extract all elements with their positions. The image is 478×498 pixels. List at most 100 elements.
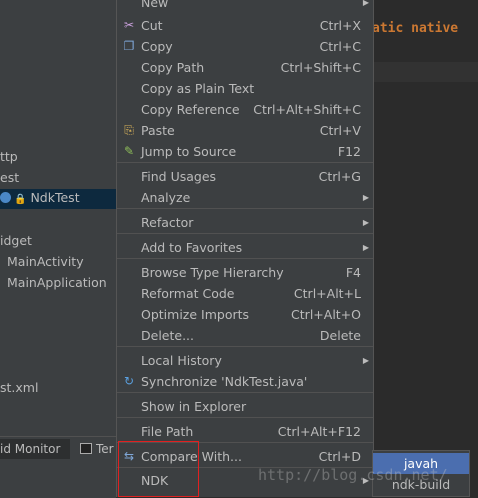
watermark: http://blog.csdn.net/: [258, 466, 448, 484]
compare-icon: ⇆: [123, 449, 135, 463]
menu-item-copy-reference[interactable]: Copy Reference Ctrl+Alt+Shift+C: [117, 99, 373, 120]
menu-item-shortcut: F4: [345, 265, 361, 280]
tree-item-mainactivity[interactable]: MainActivity: [7, 253, 84, 271]
menu-item-jump-to-source[interactable]: ✎ Jump to Source F12: [117, 141, 373, 162]
menu-item-copy-as-plain-text[interactable]: Copy as Plain Text: [117, 78, 373, 99]
lock-icon: 🔒: [14, 194, 27, 205]
menu-item-shortcut: Ctrl+X: [319, 18, 361, 33]
context-menu: New ▶ ✂ Cut Ctrl+X ❐ Copy Ctrl+C Copy Path Ctrl+S…: [116, 0, 374, 497]
menu-item-new[interactable]: New ▶: [117, 0, 373, 13]
menu-item-label: Jump to Source: [141, 144, 237, 159]
menu-separator: [117, 162, 373, 163]
menu-item-find-usages[interactable]: Find Usages Ctrl+G: [117, 166, 373, 187]
menu-item-file-path[interactable]: File Path Ctrl+Alt+F12: [117, 421, 373, 442]
menu-item-label: Find Usages: [141, 169, 217, 184]
menu-item-synchronize-ndktest-java[interactable]: ↻ Synchronize 'NdkTest.java': [117, 371, 373, 392]
code-line: atic native: [372, 21, 459, 36]
menu-item-reformat-code[interactable]: Reformat Code Ctrl+Alt+L: [117, 283, 373, 304]
menu-item-label: Copy Reference: [141, 102, 240, 117]
tree-item-label: est: [0, 170, 20, 185]
tree-item-ndktest[interactable]: 🔒 NdkTest: [0, 189, 116, 209]
menu-item-shortcut: Ctrl+Shift+C: [280, 60, 361, 75]
submenu-arrow-icon: ▶: [362, 356, 369, 365]
submenu-arrow-icon: ▶: [362, 0, 369, 7]
menu-separator: [117, 258, 373, 259]
menu-item-show-in-explorer[interactable]: Show in Explorer: [117, 396, 373, 417]
menu-item-delete[interactable]: Delete... Delete: [117, 325, 373, 346]
submenu-arrow-icon: ▶: [362, 218, 369, 227]
terminal-icon: [80, 443, 92, 454]
project-tree: ttp est 🔒 NdkTest idget MainActivity Main…: [0, 0, 116, 436]
menu-item-label: Copy: [141, 39, 173, 54]
menu-separator: [117, 417, 373, 418]
tree-item-label: st.xml: [0, 380, 39, 395]
menu-item-shortcut: Ctrl+Alt+L: [293, 286, 361, 301]
menu-item-label: Delete...: [141, 328, 194, 343]
menu-item-shortcut: Ctrl+V: [319, 123, 361, 138]
menu-item-label: Add to Favorites: [141, 240, 243, 255]
menu-item-label: Copy Path: [141, 60, 205, 75]
tree-item-label: idget: [0, 233, 32, 248]
menu-separator: [117, 233, 373, 234]
menu-item-shortcut: Ctrl+C: [319, 39, 361, 54]
menu-item-label: Paste: [141, 123, 175, 138]
menu-item-label: New: [141, 0, 169, 10]
menu-item-label: Copy as Plain Text: [141, 81, 255, 96]
menu-item-label: Browse Type Hierarchy: [141, 265, 284, 280]
menu-item-shortcut: Ctrl+D: [318, 449, 361, 464]
menu-item-shortcut: Ctrl+Alt+O: [291, 307, 361, 322]
code-editor[interactable]: atic native: [372, 0, 478, 497]
menu-item-copy[interactable]: ❐ Copy Ctrl+C: [117, 36, 373, 57]
submenu-arrow-icon: ▶: [362, 193, 369, 202]
menu-separator: [117, 208, 373, 209]
menu-item-add-to-favorites[interactable]: Add to Favorites ▶: [117, 237, 373, 258]
menu-separator: [117, 346, 373, 347]
tree-item-label: MainActivity: [7, 254, 84, 269]
tab-android-monitor[interactable]: id Monitor: [0, 439, 70, 459]
menu-item-label: Compare With...: [141, 449, 242, 464]
tree-item-test[interactable]: est: [0, 169, 19, 187]
copy-icon: ❐: [123, 39, 135, 53]
menu-separator: [117, 442, 373, 443]
submenu-arrow-icon: ▶: [362, 243, 369, 252]
menu-item-compare-with[interactable]: ⇆ Compare With... Ctrl+D: [117, 446, 373, 467]
caret-line: [372, 62, 478, 82]
tab-terminal[interactable]: Ter: [80, 439, 114, 459]
tree-item-http[interactable]: ttp: [0, 148, 18, 166]
menu-item-local-history[interactable]: Local History ▶: [117, 350, 373, 371]
menu-item-refactor[interactable]: Refactor ▶: [117, 212, 373, 233]
menu-item-copy-path[interactable]: Copy Path Ctrl+Shift+C: [117, 57, 373, 78]
edit-source-icon: ✎: [123, 144, 135, 158]
menu-item-label: Synchronize 'NdkTest.java': [141, 374, 308, 389]
menu-item-shortcut: Ctrl+Alt+Shift+C: [253, 102, 361, 117]
paste-icon: ⎘: [124, 123, 134, 137]
tree-item-label: NdkTest: [30, 190, 80, 205]
menu-item-shortcut: Ctrl+Alt+F12: [277, 424, 361, 439]
menu-item-label: Optimize Imports: [141, 307, 250, 322]
tree-item-widget[interactable]: idget: [0, 232, 32, 250]
tab-label: id Monitor: [0, 442, 61, 456]
tool-window-strip: id Monitor Ter: [0, 436, 116, 498]
menu-item-cut[interactable]: ✂ Cut Ctrl+X: [117, 15, 373, 36]
menu-item-label: Refactor: [141, 215, 194, 230]
menu-item-paste[interactable]: ⎘ Paste Ctrl+V: [117, 120, 373, 141]
tree-item-mainapplication[interactable]: MainApplication: [7, 274, 107, 292]
tab-label: Ter: [96, 442, 114, 456]
menu-item-label: Local History: [141, 353, 222, 368]
menu-item-label: Show in Explorer: [141, 399, 247, 414]
menu-item-shortcut: Delete: [319, 328, 361, 343]
menu-item-label: Cut: [141, 18, 163, 33]
menu-item-browse-type-hierarchy[interactable]: Browse Type Hierarchy F4: [117, 262, 373, 283]
scissors-icon: ✂: [123, 18, 135, 32]
menu-item-optimize-imports[interactable]: Optimize Imports Ctrl+Alt+O: [117, 304, 373, 325]
menu-separator: [117, 392, 373, 393]
menu-item-analyze[interactable]: Analyze ▶: [117, 187, 373, 208]
menu-item-label: Analyze: [141, 190, 191, 205]
tree-item-manifest[interactable]: st.xml: [0, 379, 38, 397]
class-icon: [0, 192, 11, 203]
menu-item-shortcut: F12: [337, 144, 361, 159]
tree-item-label: ttp: [0, 149, 18, 164]
menu-item-shortcut: Ctrl+G: [318, 169, 361, 184]
sync-icon: ↻: [123, 374, 135, 388]
menu-item-label: Reformat Code: [141, 286, 235, 301]
